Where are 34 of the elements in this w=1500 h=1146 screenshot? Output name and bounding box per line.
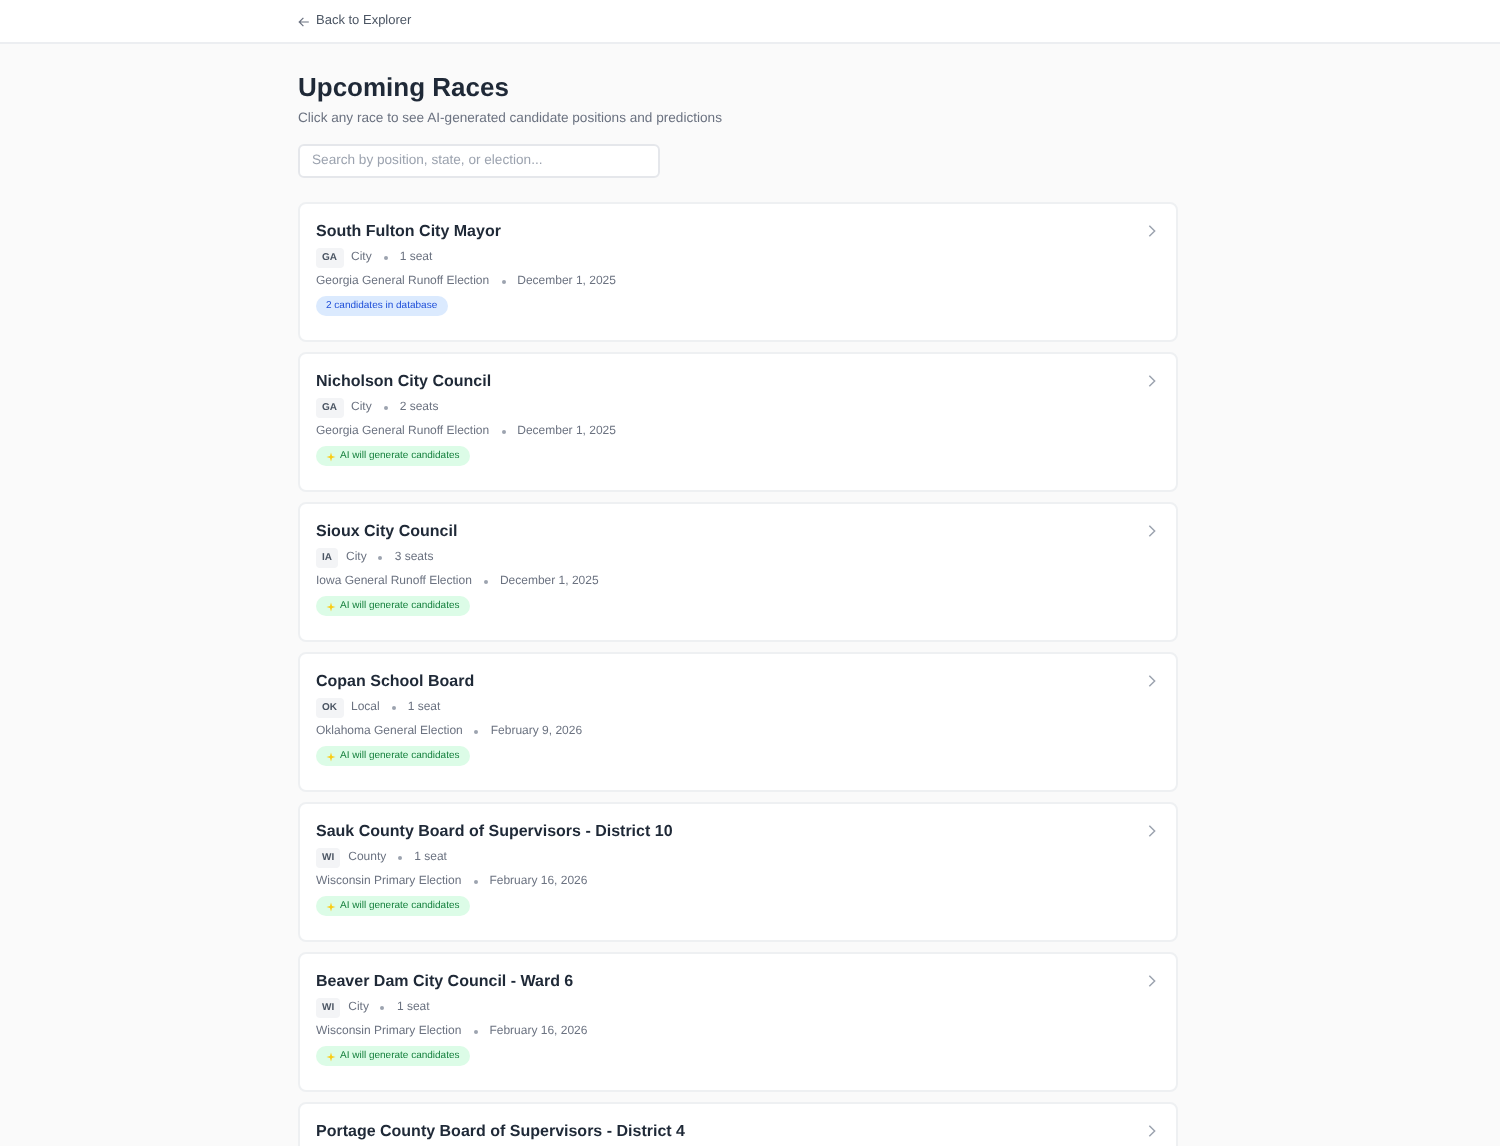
separator-dot (501, 430, 506, 434)
separator-dot (501, 280, 506, 284)
chevron-right-icon (1148, 1124, 1156, 1138)
race-name: Nicholson City Council (316, 372, 492, 390)
separator-dot (483, 580, 488, 584)
race-name: Portage County Board of Supervisors - District 4 (316, 1122, 685, 1140)
chevron-right-icon (1148, 224, 1156, 238)
race-name: Beaver Dam City Council - Ward 6 (316, 972, 574, 990)
sparkle-icon (326, 601, 336, 611)
separator-dot (383, 256, 388, 260)
chevron-right-icon (1148, 524, 1156, 538)
page-title: Upcoming Races (298, 72, 511, 102)
race-card[interactable]: Portage County Board of Supervisors - District 4 (298, 1102, 1178, 1146)
sparkle-icon (326, 751, 336, 761)
separator-dot (473, 1030, 478, 1034)
arrow-left-icon (298, 15, 310, 27)
sparkle-icon (326, 1051, 336, 1061)
sparkle-icon (326, 451, 336, 461)
chevron-right-icon (1148, 674, 1156, 688)
race-name: Copan School Board (316, 672, 475, 690)
chevron-right-icon (1148, 974, 1156, 988)
chevron-right-icon (1148, 374, 1156, 388)
race-name: South Fulton City Mayor (316, 222, 501, 240)
separator-dot (473, 880, 478, 884)
race-name: Sioux City Council (316, 522, 458, 540)
sparkle-icon (326, 901, 336, 911)
separator-dot (391, 706, 396, 710)
separator-dot (474, 730, 479, 734)
race-name: Sauk County Board of Supervisors - District 10 (316, 822, 673, 840)
separator-dot (398, 856, 403, 860)
separator-dot (383, 406, 388, 410)
separator-dot (380, 1006, 385, 1010)
chevron-right-icon (1148, 824, 1156, 838)
separator-dot (378, 556, 383, 560)
